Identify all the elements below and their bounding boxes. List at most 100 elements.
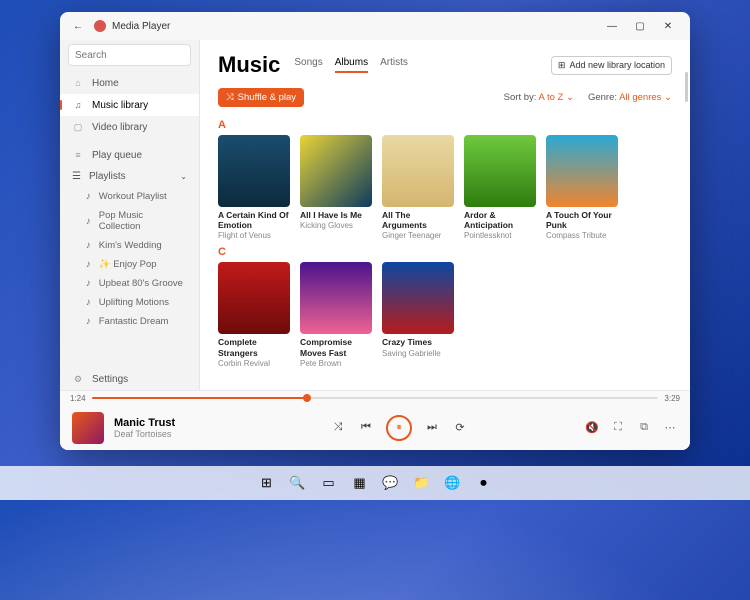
album-card[interactable]: Crazy Times Saving Gabrielle xyxy=(382,262,454,367)
page-title: Music xyxy=(218,52,280,78)
media-player-window: ← Media Player — ▢ ✕ ⌕ ⌂Home ♫Music libr… xyxy=(60,12,690,450)
album-cover xyxy=(218,135,290,207)
taskbar-explorer[interactable]: 📁 xyxy=(409,470,435,496)
chevron-down-icon: ⌄ xyxy=(180,172,187,181)
album-cover xyxy=(300,135,372,207)
music-icon: ♫ xyxy=(72,99,84,111)
taskbar-media-player[interactable]: ⏺ xyxy=(471,470,497,496)
nav-music-library[interactable]: ♫Music library xyxy=(60,94,199,116)
album-artist: Saving Gabrielle xyxy=(382,349,454,358)
genre-dropdown[interactable]: Genre: All genres ⌄ xyxy=(588,92,672,103)
playlist-item[interactable]: ♪Workout Playlist xyxy=(60,187,199,206)
now-playing-artwork[interactable] xyxy=(72,412,104,444)
titlebar: ← Media Player — ▢ ✕ xyxy=(60,12,690,40)
add-library-button[interactable]: ⊞Add new library location xyxy=(551,56,672,75)
now-playing-title: Manic Trust xyxy=(114,417,214,429)
album-cover xyxy=(300,262,372,334)
album-card[interactable]: All The ArgumentsGinger Teenager xyxy=(382,135,454,240)
taskbar-search[interactable]: 🔍 xyxy=(285,470,311,496)
album-name: Ardor & Anticipation xyxy=(464,210,536,230)
album-name: Compromise Moves Fast xyxy=(300,337,372,357)
taskbar-widgets[interactable]: ▦ xyxy=(347,470,373,496)
album-name: All I Have Is Me xyxy=(300,210,372,220)
album-name: A Certain Kind Of Emotion xyxy=(218,210,290,230)
section-letter[interactable]: C xyxy=(218,246,672,258)
album-name: Crazy Times xyxy=(382,337,454,347)
album-artist: Kicking Gloves xyxy=(300,221,372,230)
home-icon: ⌂ xyxy=(72,77,84,89)
player-bar: 1:24 3:29 Manic Trust Deaf Tortoises ⤨ ⏮… xyxy=(60,390,690,450)
previous-button[interactable]: ⏮ xyxy=(358,420,374,436)
tab-artists[interactable]: Artists xyxy=(380,57,408,73)
taskbar[interactable]: ⊞ 🔍 ▭ ▦ 💬 📁 🌐 ⏺ xyxy=(0,466,750,500)
tab-albums[interactable]: Albums xyxy=(335,57,368,73)
close-button[interactable]: ✕ xyxy=(654,16,682,36)
main-content: Music Songs Albums Artists ⊞Add new libr… xyxy=(200,40,690,390)
playlist-icon: ☰ xyxy=(72,171,81,182)
album-artist: Ginger Teenager xyxy=(382,231,454,240)
album-artist: Corbin Revival xyxy=(218,359,290,368)
playlist-item[interactable]: ♪Fantastic Dream xyxy=(60,312,199,331)
play-pause-button[interactable]: ⏸ xyxy=(386,415,412,441)
window-title: Media Player xyxy=(112,21,598,32)
playlist-item[interactable]: ♪✨ Enjoy Pop xyxy=(60,255,199,274)
shuffle-toggle[interactable]: ⤨ xyxy=(330,420,346,436)
more-button[interactable]: ⋯ xyxy=(662,420,678,436)
taskbar-edge[interactable]: 🌐 xyxy=(440,470,466,496)
album-artist: Compass Tribute xyxy=(546,231,618,240)
video-icon: ▢ xyxy=(72,121,84,133)
album-name: Complete Strangers xyxy=(218,337,290,357)
playlist-item[interactable]: ♪Kim's Wedding xyxy=(60,236,199,255)
nav-home[interactable]: ⌂Home xyxy=(60,72,199,94)
queue-icon: ≡ xyxy=(72,149,84,161)
next-button[interactable]: ⏭ xyxy=(424,420,440,436)
sort-by-dropdown[interactable]: Sort by: A to Z ⌄ xyxy=(504,92,574,103)
album-card[interactable]: Ardor & AnticipationPointlessknot xyxy=(464,135,536,240)
taskbar-chat[interactable]: 💬 xyxy=(378,470,404,496)
album-card[interactable]: Compromise Moves FastPete Brown xyxy=(300,262,372,367)
total-time: 3:29 xyxy=(664,394,680,403)
minimize-button[interactable]: — xyxy=(598,16,626,36)
sidebar: ⌕ ⌂Home ♫Music library ▢Video library ≡P… xyxy=(60,40,200,390)
back-button[interactable]: ← xyxy=(68,21,88,32)
search-input[interactable] xyxy=(75,50,207,61)
album-cover xyxy=(218,262,290,334)
shuffle-play-button[interactable]: ⤨Shuffle & play xyxy=(218,88,304,107)
tab-songs[interactable]: Songs xyxy=(294,57,322,73)
nav-settings[interactable]: ⚙Settings xyxy=(60,368,199,390)
album-name: All The Arguments xyxy=(382,210,454,230)
album-artist: Flight of Venus xyxy=(218,231,290,240)
maximize-button[interactable]: ▢ xyxy=(626,16,654,36)
album-card[interactable]: Complete Strangers Corbin Revival xyxy=(218,262,290,367)
playlist-item-icon: ♪ xyxy=(86,240,91,251)
elapsed-time: 1:24 xyxy=(70,394,86,403)
album-card[interactable]: All I Have Is MeKicking Gloves xyxy=(300,135,372,240)
album-cover xyxy=(546,135,618,207)
shuffle-icon: ⤨ xyxy=(226,92,234,103)
nav-video-library[interactable]: ▢Video library xyxy=(60,116,199,138)
playlist-item-icon: ♪ xyxy=(86,191,91,202)
start-button[interactable]: ⊞ xyxy=(254,470,280,496)
taskbar-taskview[interactable]: ▭ xyxy=(316,470,342,496)
miniplayer-button[interactable]: ⧉ xyxy=(636,420,652,436)
repeat-button[interactable]: ⟳ xyxy=(452,420,468,436)
playlist-item-icon: ♪ xyxy=(86,278,91,289)
playlist-item-icon: ♪ xyxy=(86,297,91,308)
nav-playlists[interactable]: ☰Playlists⌄ xyxy=(60,166,199,187)
album-card[interactable]: A Certain Kind Of EmotionFlight of Venus xyxy=(218,135,290,240)
fullscreen-button[interactable]: ⛶ xyxy=(610,420,626,436)
section-letter[interactable]: A xyxy=(218,119,672,131)
progress-slider[interactable] xyxy=(92,397,659,399)
gear-icon: ⚙ xyxy=(72,373,84,385)
playlist-item[interactable]: ♪Uplifting Motions xyxy=(60,293,199,312)
scrollbar[interactable] xyxy=(685,72,688,102)
album-card[interactable]: A Touch Of Your PunkCompass Tribute xyxy=(546,135,618,240)
nav-play-queue[interactable]: ≡Play queue xyxy=(60,144,199,166)
now-playing-artist: Deaf Tortoises xyxy=(114,429,214,439)
album-cover xyxy=(382,262,454,334)
playlist-item[interactable]: ♪Pop Music Collection xyxy=(60,206,199,236)
playlist-item[interactable]: ♪Upbeat 80's Groove xyxy=(60,274,199,293)
volume-button[interactable]: 🔇 xyxy=(584,420,600,436)
search-box[interactable]: ⌕ xyxy=(68,44,191,66)
folder-add-icon: ⊞ xyxy=(558,60,566,71)
